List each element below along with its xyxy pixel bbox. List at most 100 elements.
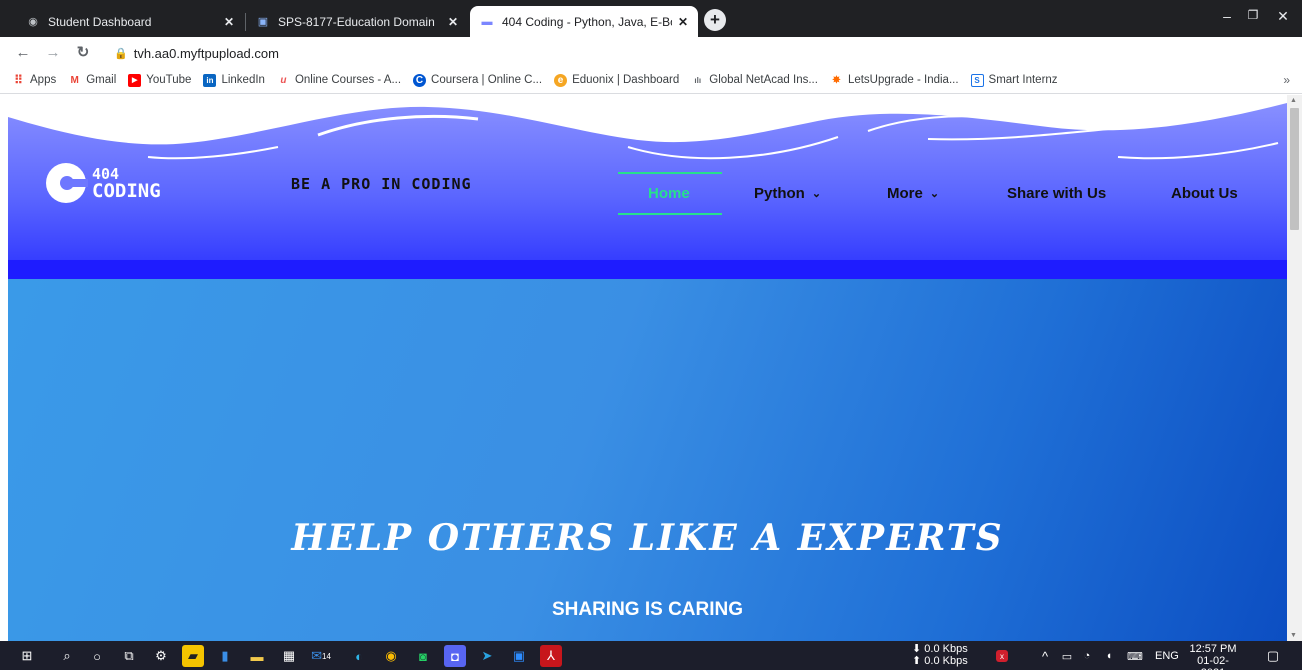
page-scrollbar[interactable]: ▲ ▼ — [1287, 95, 1302, 641]
bookmark-label: Eduonix | Dashboard — [572, 74, 680, 86]
cortana-icon[interactable]: ○ — [86, 645, 108, 667]
udemy-icon: u — [280, 74, 287, 86]
nav-python-label: Python — [754, 185, 805, 202]
site-logo[interactable]: 404 CODING — [46, 163, 161, 203]
bookmark-label: YouTube — [146, 74, 192, 86]
chevron-down-icon: ⌄ — [811, 188, 822, 200]
tab-title: 404 Coding - Python, Java, E-Boo — [502, 14, 672, 29]
bookmark-netacad[interactable]: ılı Global NetAcad Ins... — [691, 74, 818, 87]
bookmark-gmail[interactable]: M Gmail — [68, 74, 117, 87]
whatsapp-icon[interactable]: ◙ — [412, 645, 434, 667]
acrobat-icon[interactable]: ⅄ — [540, 645, 562, 667]
nav-share-with-us[interactable]: Share with Us — [1007, 185, 1106, 202]
address-bar[interactable]: 🔒 tvh.aa0.myftpupload.com — [114, 42, 1174, 64]
antivirus-icon[interactable]: x — [996, 650, 1008, 662]
bookmark-label: Global NetAcad Ins... — [709, 74, 818, 86]
nav-home[interactable]: Home — [648, 185, 690, 202]
bookmark-eduonix[interactable]: e Eduonix | Dashboard — [554, 73, 680, 87]
bookmark-label: Gmail — [86, 74, 117, 86]
forward-icon[interactable]: → — [42, 44, 64, 61]
notifications-icon[interactable]: ▢ — [1262, 645, 1284, 667]
bookmark-label: LinkedIn — [221, 74, 265, 86]
smartinternz-icon: S — [970, 73, 984, 87]
windows-taskbar: ⊞ ⌕ ○ ⧉ ⚙ ▰ ▮ ▬ ▦ ✉ 14 ◐ ◉ ◙ ◘ ➤ ▣ ⅄ ⬇ 0.… — [0, 641, 1302, 670]
logo-mark-icon — [46, 163, 88, 203]
tab-404-coding[interactable]: ▬ 404 Coding - Python, Java, E-Boo ✕ — [470, 6, 698, 37]
store-icon[interactable]: ▦ — [278, 645, 300, 667]
bookmark-smartinternz[interactable]: S Smart Internz — [970, 73, 1058, 87]
edge-icon[interactable]: ◐ — [348, 645, 370, 667]
bookmark-udemy[interactable]: u Online Courses - A... — [277, 74, 401, 87]
clock-time: 12:57 PM — [1189, 643, 1237, 655]
bookmark-linkedin[interactable]: in LinkedIn — [203, 73, 265, 87]
chrome-icon[interactable]: ◉ — [380, 645, 402, 667]
zoom-app-icon[interactable]: ▣ — [508, 645, 530, 667]
battery-icon[interactable]: ▭ — [1056, 645, 1078, 667]
close-tab-icon[interactable]: ✕ — [448, 15, 458, 29]
discord-icon[interactable]: ◘ — [444, 645, 466, 667]
scroll-up-icon[interactable]: ▲ — [1290, 97, 1297, 104]
hero-title: HELP OTHERS LIKE A EXPERTS — [291, 517, 1004, 559]
site-header: 404 CODING BE A PRO IN CODING Home Pytho… — [8, 95, 1287, 279]
close-window-icon[interactable]: ✕ — [1270, 8, 1296, 25]
bookmark-youtube[interactable]: ▶ YouTube — [128, 73, 192, 87]
doc-icon: ▣ — [257, 16, 269, 28]
website-viewport: 404 CODING BE A PRO IN CODING Home Pytho… — [8, 95, 1287, 641]
nav-about-us[interactable]: About Us — [1171, 185, 1238, 202]
net-down: ⬇ 0.0 Kbps — [912, 643, 968, 655]
wifi-icon[interactable]: ◔ — [1076, 645, 1098, 667]
nav-home-label: Home — [648, 185, 690, 202]
mail-icon[interactable]: ✉ 14 — [310, 645, 332, 667]
close-tab-icon[interactable]: ✕ — [678, 15, 688, 29]
sticky-notes-icon[interactable]: ▰ — [182, 645, 204, 667]
close-tab-icon[interactable]: ✕ — [224, 15, 234, 29]
settings-gear-icon[interactable]: ⚙ — [150, 645, 172, 667]
back-icon[interactable]: ← — [12, 44, 34, 61]
home-active-line-top — [618, 172, 722, 174]
scroll-down-icon[interactable]: ▼ — [1290, 632, 1297, 639]
tab-sps-education[interactable]: ▣ SPS-8177-Education Domain ✕ — [246, 6, 468, 37]
language-indicator[interactable]: ENG — [1155, 650, 1179, 662]
logo-text-coding: CODING — [92, 180, 161, 202]
tab-title: Student Dashboard — [48, 14, 152, 29]
bookmark-label: LetsUpgrade - India... — [847, 74, 959, 86]
nav-share-label: Share with Us — [1007, 185, 1107, 202]
bookmark-apps[interactable]: ⠿ Apps — [12, 73, 57, 87]
telegram-icon[interactable]: ➤ — [476, 645, 498, 667]
bookmark-label: Apps — [30, 74, 57, 86]
bookmark-label: Smart Internz — [988, 74, 1058, 86]
network-speed: ⬇ 0.0 Kbps ⬆ 0.0 Kbps — [912, 643, 968, 667]
phone-icon[interactable]: ▮ — [214, 645, 236, 667]
nav-about-label: About Us — [1171, 185, 1238, 202]
bookmark-letsupgrade[interactable]: ✸ LetsUpgrade - India... — [830, 74, 959, 87]
nav-python[interactable]: Python ⌄ — [754, 185, 821, 202]
coursera-icon: C — [413, 73, 427, 87]
bookmark-label: Coursera | Online C... — [431, 74, 543, 86]
youtube-icon: ▶ — [128, 73, 142, 87]
url-text: tvh.aa0.myftpupload.com — [133, 45, 279, 61]
new-tab-button[interactable]: + — [704, 9, 726, 31]
tab-student-dashboard[interactable]: ◉ Student Dashboard ✕ — [16, 6, 244, 37]
clock[interactable]: 12:57 PM 01-02-2021 — [1186, 643, 1240, 670]
bookmark-coursera[interactable]: C Coursera | Online C... — [413, 73, 543, 87]
windows-start-icon[interactable]: ⊞ — [16, 645, 38, 667]
tray-chevron-up-icon[interactable]: ^ — [1034, 645, 1056, 667]
net-up: ⬆ 0.0 Kbps — [912, 655, 968, 667]
restore-icon[interactable]: ❐ — [1240, 8, 1266, 22]
keyboard-icon[interactable]: ⌨ — [1124, 645, 1146, 667]
file-explorer-icon[interactable]: ▬ — [246, 645, 268, 667]
header-bottom-band — [8, 260, 1287, 279]
minimize-icon[interactable]: – — [1214, 8, 1240, 24]
gmail-icon: M — [70, 74, 79, 86]
task-view-icon[interactable]: ⧉ — [118, 645, 140, 667]
nav-more[interactable]: More ⌄ — [887, 185, 939, 202]
reload-icon[interactable]: ↻ — [72, 43, 94, 61]
search-icon[interactable]: ⌕ — [56, 645, 78, 667]
letsupgrade-icon: ✸ — [832, 74, 841, 86]
volume-icon[interactable]: ◖ — [1098, 645, 1120, 667]
more-bookmarks-icon[interactable]: » — [1283, 73, 1290, 87]
bookmark-label: Online Courses - A... — [294, 74, 402, 86]
browser-tab-strip: ◉ Student Dashboard ✕ ▣ SPS-8177-Educati… — [0, 0, 1302, 37]
scrollbar-thumb[interactable] — [1290, 108, 1299, 230]
mail-badge: 14 — [322, 651, 331, 661]
